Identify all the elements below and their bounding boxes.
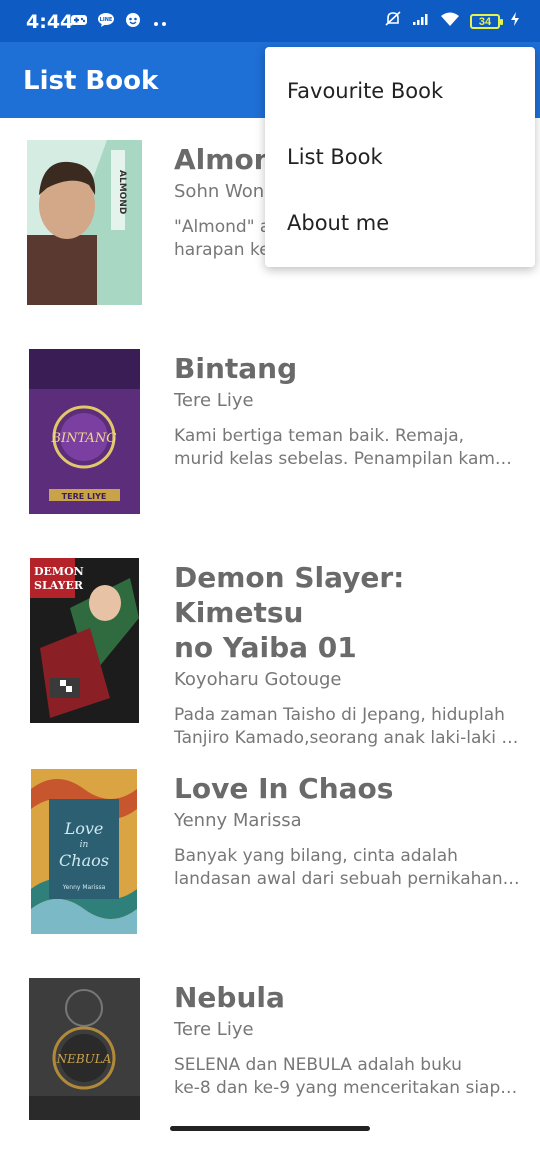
book-description-line: Pada zaman Taisho di Jepang, hiduplah xyxy=(174,705,505,725)
gamepad-icon xyxy=(70,13,88,32)
book-author: Tere Liye xyxy=(174,390,254,411)
book-author: Tere Liye xyxy=(174,1019,254,1040)
book-title: Bintang xyxy=(174,352,298,385)
book-description-line: murid kelas sebelas. Penampilan kam… xyxy=(174,449,512,469)
book-title: Demon Slayer: Kimetsu no Yaiba 01 xyxy=(174,560,520,665)
book-title-line: Demon Slayer: Kimetsu xyxy=(174,561,405,629)
svg-text:in: in xyxy=(80,840,89,850)
face-badge-icon xyxy=(124,11,144,34)
book-info: Bintang Tere Liye Kami bertiga teman bai… xyxy=(174,351,520,471)
book-cover-demon-slayer: DEMON SLAYER xyxy=(30,558,139,723)
book-description-line: ke-8 dan ke-9 yang menceritakan siap… xyxy=(174,1078,518,1098)
book-info: Love In Chaos Yenny Marissa Banyak yang … xyxy=(174,771,520,891)
menu-item-list-book[interactable]: List Book xyxy=(287,145,383,169)
svg-text:LINE: LINE xyxy=(100,17,113,23)
book-info: Demon Slayer: Kimetsu no Yaiba 01 Koyoha… xyxy=(174,560,520,750)
book-description-line: landasan awal dari sebuah pernikahan… xyxy=(174,869,520,889)
book-description: SELENA dan NEBULA adalah buku ke-8 dan k… xyxy=(174,1054,520,1100)
book-description: Kami bertiga teman baik. Remaja, murid k… xyxy=(174,425,520,471)
page-title: List Book xyxy=(23,66,159,96)
status-bar: 4:44 LINE 34 xyxy=(0,0,540,42)
svg-text:Love: Love xyxy=(64,819,104,838)
signal-icon xyxy=(412,12,430,31)
status-right-icons: 34 xyxy=(384,10,520,33)
home-indicator[interactable] xyxy=(170,1126,370,1131)
svg-text:BINTANG: BINTANG xyxy=(50,431,116,446)
book-item-love-in-chaos[interactable]: Love in Chaos Yenny Marissa Love In Chao… xyxy=(0,747,540,947)
svg-text:ALMOND: ALMOND xyxy=(117,170,127,214)
book-cover-almond: ALMOND xyxy=(27,140,142,305)
menu-item-favourite-book[interactable]: Favourite Book xyxy=(287,79,443,103)
svg-text:TERE LIYE: TERE LIYE xyxy=(62,492,107,501)
book-cover-love-in-chaos: Love in Chaos Yenny Marissa xyxy=(31,769,137,934)
book-description-line: Banyak yang bilang, cinta adalah xyxy=(174,846,458,866)
menu-item-about-me[interactable]: About me xyxy=(287,211,389,235)
mute-icon xyxy=(384,10,402,33)
book-item-bintang[interactable]: BINTANG TERE LIYE Bintang Tere Liye Kami… xyxy=(0,327,540,527)
battery-icon: 34 xyxy=(470,14,503,29)
book-description-line: Kami bertiga teman baik. Remaja, xyxy=(174,426,465,446)
overflow-menu: Favourite Book List Book About me xyxy=(265,47,535,267)
book-author: Koyoharu Gotouge xyxy=(174,669,342,690)
svg-text:Yenny Marissa: Yenny Marissa xyxy=(62,884,106,891)
book-description: Banyak yang bilang, cinta adalah landasa… xyxy=(174,845,520,891)
svg-text:NEBULA: NEBULA xyxy=(56,1052,112,1066)
wifi-icon xyxy=(440,11,460,32)
book-cover-nebula: NEBULA xyxy=(29,978,140,1120)
book-title-line: no Yaiba 01 xyxy=(174,631,357,664)
book-description-line: SELENA dan NEBULA adalah buku xyxy=(174,1055,462,1075)
book-info: Nebula Tere Liye SELENA dan NEBULA adala… xyxy=(174,980,520,1100)
svg-text:DEMON: DEMON xyxy=(34,565,84,578)
status-left-icons: LINE xyxy=(70,11,167,34)
charging-icon xyxy=(510,11,520,32)
book-author: Yenny Marissa xyxy=(174,810,302,831)
book-description: Pada zaman Taisho di Jepang, hiduplah Ta… xyxy=(174,704,520,750)
chat-bubble-icon: LINE xyxy=(97,12,115,33)
svg-text:Chaos: Chaos xyxy=(59,851,109,870)
book-title: Nebula xyxy=(174,981,285,1014)
book-title: Love In Chaos xyxy=(174,772,394,805)
status-time: 4:44 xyxy=(26,11,74,33)
book-item-demon-slayer[interactable]: DEMON SLAYER Demon Slayer: Kimetsu no Ya… xyxy=(0,536,540,748)
book-cover-bintang: BINTANG TERE LIYE xyxy=(29,349,140,514)
more-dots-icon xyxy=(153,14,167,32)
svg-text:SLAYER: SLAYER xyxy=(34,579,84,592)
